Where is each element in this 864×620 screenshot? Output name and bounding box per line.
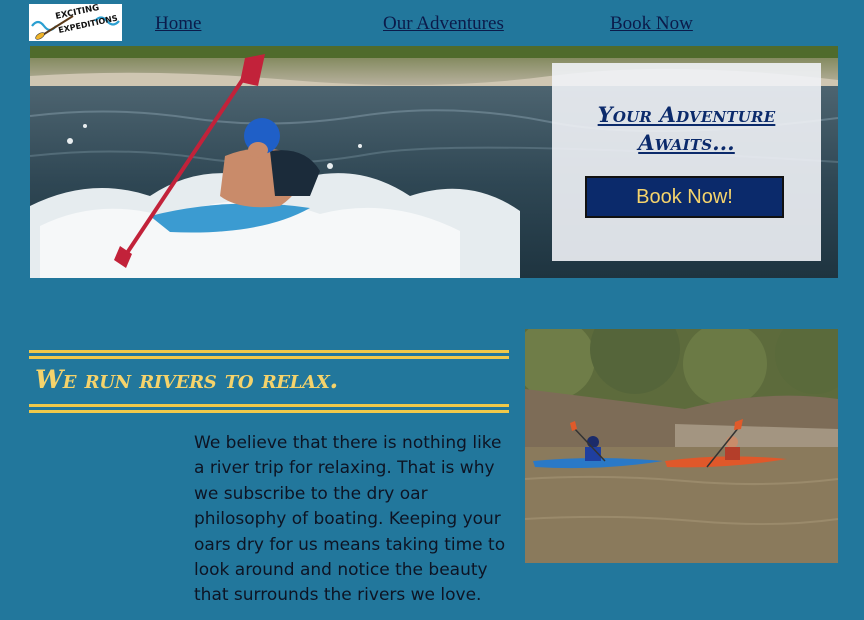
section-heading-block: We run rivers to relax.: [29, 350, 509, 413]
hero-banner: Your Adventure Awaits... Book Now!: [30, 46, 838, 278]
top-nav: EXCITING EXPEDITIONS Home Our Adventures…: [0, 0, 864, 46]
site-logo[interactable]: EXCITING EXPEDITIONS: [29, 4, 122, 41]
river-photo: [525, 329, 838, 563]
cta-title: Your Adventure Awaits...: [552, 101, 821, 157]
heading-rule-top-2: [29, 356, 509, 359]
heading-rule-bottom-1: [29, 404, 509, 407]
two-kayakers-calm-river-image: [525, 329, 838, 563]
section-heading: We run rivers to relax.: [35, 365, 338, 394]
heading-rule-top-1: [29, 350, 509, 353]
cta-card: Your Adventure Awaits... Book Now!: [552, 63, 821, 261]
nav-book-link[interactable]: Book Now: [610, 13, 693, 35]
nav-home-link[interactable]: Home: [155, 13, 201, 35]
cta-title-line2: Awaits...: [638, 130, 735, 155]
heading-rule-bottom-2: [29, 410, 509, 413]
cta-title-line1: Your Adventure: [597, 102, 776, 127]
book-now-button[interactable]: Book Now!: [585, 176, 784, 218]
section-body-text: We believe that there is nothing like a …: [194, 433, 506, 606]
paddle-wave-logo-icon: EXCITING EXPEDITIONS: [31, 4, 120, 40]
nav-adventures-link[interactable]: Our Adventures: [383, 13, 504, 35]
